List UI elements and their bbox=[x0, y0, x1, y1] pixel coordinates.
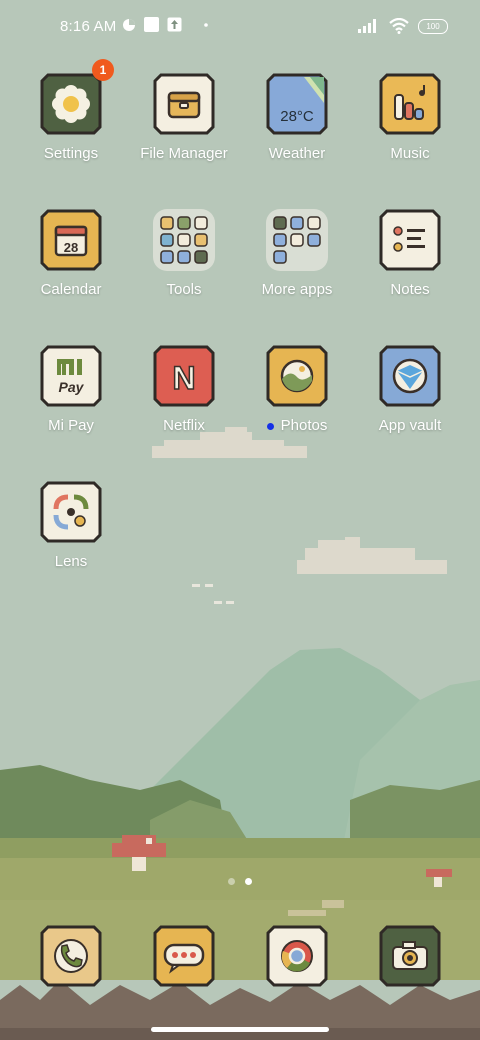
mi-pay-icon: Pay bbox=[40, 345, 102, 407]
folder-tools[interactable]: Tools bbox=[129, 209, 239, 298]
app-netflix[interactable]: N Netflix bbox=[129, 345, 239, 434]
app-label: Mi Pay bbox=[48, 417, 94, 434]
weather-icon: 28°C bbox=[266, 73, 328, 135]
app-lens[interactable]: Lens bbox=[16, 481, 126, 570]
battery-icon: 100 bbox=[418, 18, 448, 34]
app-label: Calendar bbox=[40, 281, 102, 298]
calendar-date: 28 bbox=[64, 240, 78, 255]
app-label: File Manager bbox=[140, 145, 228, 162]
app-weather[interactable]: 28°C Weather bbox=[242, 73, 352, 162]
app-label: Notes bbox=[390, 281, 430, 298]
clock: 8:16 AM bbox=[60, 18, 117, 35]
app-vault-icon bbox=[379, 345, 441, 407]
folder-preview-icon bbox=[266, 209, 328, 271]
folder-preview-icon bbox=[153, 209, 215, 271]
app-settings[interactable]: 1 Settings bbox=[16, 59, 126, 162]
status-bar: 8:16 AM 100 bbox=[0, 0, 480, 56]
app-calendar[interactable]: 28 Calendar bbox=[16, 209, 126, 298]
camera-icon bbox=[379, 925, 441, 987]
netflix-icon: N bbox=[153, 345, 215, 407]
photos-icon bbox=[266, 345, 328, 407]
app-label: Photos bbox=[266, 417, 327, 434]
folder-more-apps[interactable]: More apps bbox=[242, 209, 352, 298]
weather-temp: 28°C bbox=[280, 108, 314, 125]
notes-icon bbox=[379, 209, 441, 271]
settings-icon bbox=[40, 73, 102, 135]
app-file-manager[interactable]: File Manager bbox=[129, 73, 239, 162]
new-app-dot bbox=[266, 422, 274, 430]
page-indicator bbox=[0, 878, 480, 885]
folder-icon bbox=[153, 73, 215, 135]
dock-messages[interactable] bbox=[129, 925, 239, 987]
mi-pay-text: Pay bbox=[59, 379, 85, 395]
dock-chrome[interactable] bbox=[242, 925, 352, 987]
notification-badge: 1 bbox=[92, 59, 114, 81]
data-saver-icon bbox=[123, 18, 135, 31]
page-dot[interactable] bbox=[228, 878, 235, 885]
app-label: More apps bbox=[261, 281, 333, 298]
more-notifications-icon bbox=[204, 22, 208, 27]
upload-icon bbox=[167, 17, 182, 32]
page-dot-active[interactable] bbox=[245, 878, 252, 885]
calendar-icon: 28 bbox=[40, 209, 102, 271]
home-gesture-bar[interactable] bbox=[151, 1027, 329, 1032]
dock-camera[interactable] bbox=[355, 925, 465, 987]
app-label: Lens bbox=[54, 553, 88, 570]
app-label: Weather bbox=[268, 145, 326, 162]
app-label: Tools bbox=[166, 281, 202, 298]
app-label: Settings bbox=[43, 145, 99, 162]
signal-icon bbox=[358, 19, 376, 33]
messages-icon bbox=[153, 925, 215, 987]
lens-icon bbox=[40, 481, 102, 543]
app-mi-pay[interactable]: Pay Mi Pay bbox=[16, 345, 126, 434]
app-label: App vault bbox=[378, 417, 442, 434]
chrome-icon bbox=[266, 925, 328, 987]
notification-icon bbox=[144, 17, 159, 32]
wifi-icon bbox=[389, 18, 409, 34]
netflix-letter: N bbox=[172, 360, 195, 396]
music-icon bbox=[379, 73, 441, 135]
phone-icon bbox=[40, 925, 102, 987]
app-notes[interactable]: Notes bbox=[355, 209, 465, 298]
app-photos[interactable]: Photos bbox=[242, 345, 352, 434]
app-music[interactable]: Music bbox=[355, 73, 465, 162]
dock-phone[interactable] bbox=[16, 925, 126, 987]
app-app-vault[interactable]: App vault bbox=[355, 345, 465, 434]
app-label: Netflix bbox=[163, 417, 205, 434]
app-label: Music bbox=[390, 145, 430, 162]
